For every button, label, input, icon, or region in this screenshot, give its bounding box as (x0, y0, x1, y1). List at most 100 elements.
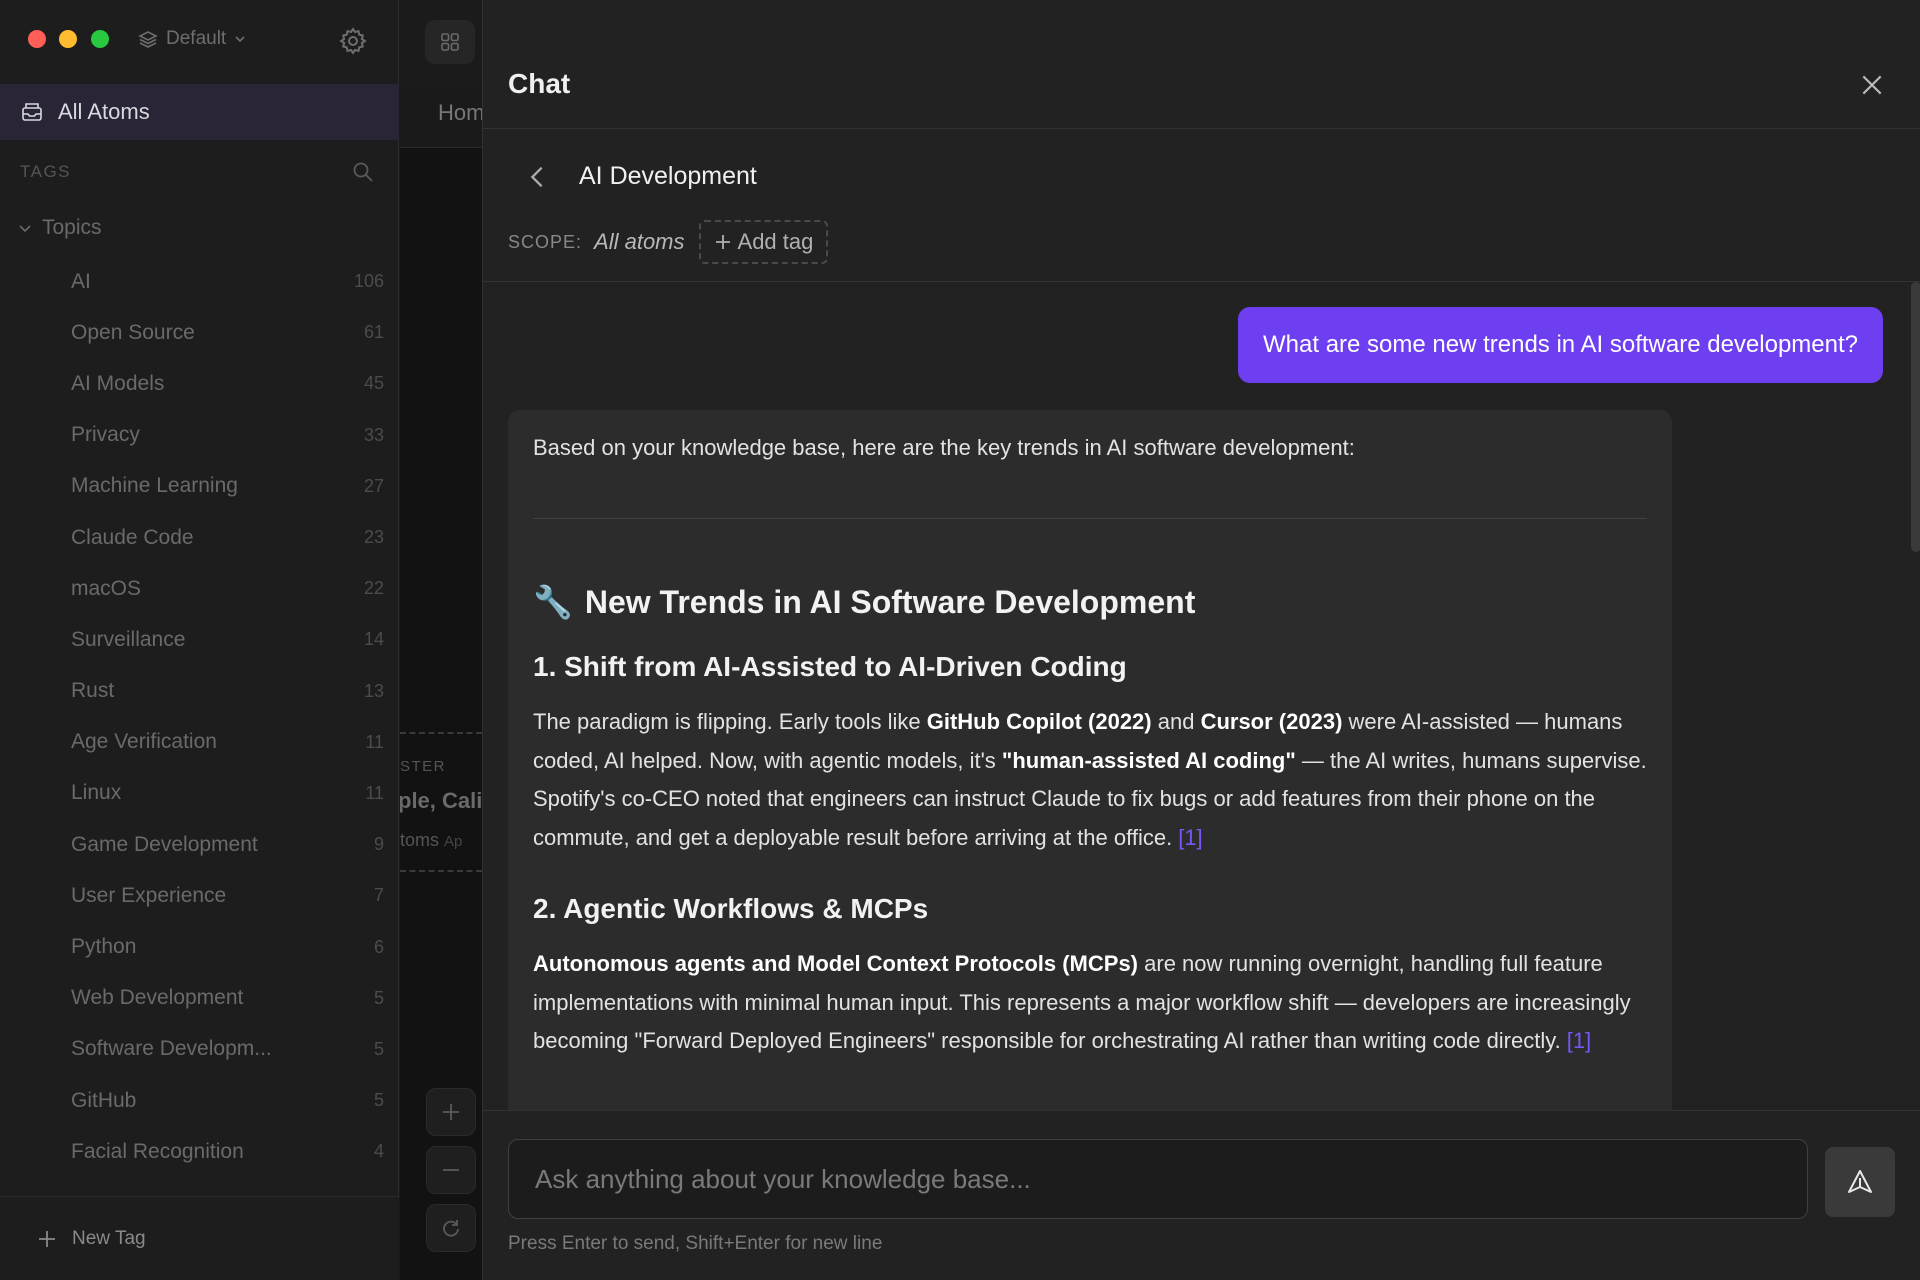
cluster-meta-extra: Ap (444, 833, 462, 850)
minus-icon (440, 1159, 462, 1181)
workspace-label: Default (166, 28, 226, 50)
tags-header-label: TAGS (20, 162, 71, 182)
section-paragraph: Autonomous agents and Model Context Prot… (533, 945, 1647, 1061)
gear-icon[interactable] (338, 26, 368, 56)
conversation-title: AI Development (579, 162, 757, 191)
zoom-window-button[interactable] (91, 30, 109, 48)
topics-label: Topics (42, 216, 102, 240)
chevron-left-icon[interactable] (523, 160, 551, 194)
grid-view-button[interactable] (425, 20, 475, 64)
zoom-out-button[interactable] (426, 1146, 476, 1194)
page-title: Chat (508, 68, 570, 100)
tag-item[interactable]: Software Developm... 5 (0, 1024, 399, 1075)
tag-item[interactable]: Machine Learning27 (0, 461, 399, 512)
tag-count: 106 (354, 271, 384, 292)
input-hint: Press Enter to send, Shift+Enter for new… (508, 1233, 882, 1255)
tag-item[interactable]: GitHub5 (0, 1075, 399, 1126)
tag-item[interactable]: Facial Recognition4 (0, 1126, 399, 1177)
all-atoms-label: All Atoms (58, 99, 150, 125)
citation-link[interactable]: [1] (1178, 825, 1202, 850)
tag-label: Python (71, 935, 136, 959)
tag-count: 11 (365, 783, 384, 804)
close-icon[interactable] (1859, 72, 1885, 98)
tag-label: GitHub (71, 1089, 136, 1113)
send-button[interactable] (1825, 1147, 1895, 1217)
tag-item[interactable]: Linux11 (0, 768, 399, 819)
chevron-down-icon (234, 33, 246, 45)
message-list[interactable]: What are some new trends in AI software … (483, 282, 1920, 1110)
tags-header: TAGS (20, 160, 375, 184)
user-message: What are some new trends in AI software … (1238, 307, 1883, 383)
tag-count: 13 (364, 681, 384, 702)
tag-item[interactable]: User Experience7 (0, 870, 399, 921)
scrollbar[interactable] (1911, 282, 1920, 552)
bold-run: Autonomous agents and Model Context Prot… (533, 951, 1138, 976)
text-run: and (1152, 709, 1201, 734)
scope-row: SCOPE: All atoms Add tag (508, 220, 828, 264)
all-atoms-item[interactable]: All Atoms (0, 84, 399, 140)
close-window-button[interactable] (28, 30, 46, 48)
tag-list: AI 106 Open Source 61 AI Models 45 Privacy3… (0, 256, 399, 1177)
layers-icon (138, 29, 158, 49)
cluster-label: STER (400, 758, 446, 775)
topics-group[interactable]: Topics (18, 216, 102, 240)
zoom-in-button[interactable] (426, 1088, 476, 1136)
reset-view-button[interactable] (426, 1204, 476, 1252)
cluster-meta: toms Ap (400, 830, 462, 851)
tag-item[interactable]: Web Development5 (0, 973, 399, 1024)
cluster-title: ple, Cali (400, 788, 482, 814)
grid-icon (440, 32, 460, 52)
wrench-icon: 🔧 (533, 583, 573, 621)
tag-count: 23 (364, 527, 384, 548)
tag-count: 9 (374, 834, 384, 855)
tab-home[interactable]: Hom (438, 100, 482, 126)
divider (533, 518, 1647, 519)
tag-count: 45 (364, 373, 384, 394)
response-heading: 🔧 New Trends in AI Software Development (533, 583, 1647, 621)
app-window: Default All Atoms TAGS Topics AI 106 Open… (0, 0, 1920, 1280)
add-tag-label: Add tag (738, 229, 814, 255)
tag-item[interactable]: Python 6 (0, 921, 399, 972)
tag-item[interactable]: Rust13 (0, 666, 399, 717)
section-paragraph: The paradigm is flipping. Early tools li… (533, 703, 1647, 857)
assistant-intro: Based on your knowledge base, here are t… (533, 432, 1647, 464)
sidebar: Default All Atoms TAGS Topics AI 106 Open… (0, 0, 399, 1280)
tag-label: Surveillance (71, 628, 185, 652)
workspace-selector[interactable]: Default (138, 28, 246, 50)
tag-label: Claude Code (71, 526, 194, 550)
cluster-card[interactable]: STER ple, Cali toms Ap (400, 732, 482, 872)
refresh-icon (440, 1217, 462, 1239)
chevron-down-icon (18, 221, 32, 235)
tag-label: Age Verification (71, 730, 217, 754)
tag-item[interactable]: Open Source 61 (0, 307, 399, 358)
tag-item[interactable]: Age Verification11 (0, 717, 399, 768)
tag-item[interactable]: Game Development9 (0, 819, 399, 870)
add-tag-button[interactable]: Add tag (699, 220, 829, 264)
citation-link[interactable]: [1] (1567, 1028, 1591, 1053)
tag-item[interactable]: Surveillance14 (0, 614, 399, 665)
tag-item[interactable]: Privacy33 (0, 410, 399, 461)
plus-icon (440, 1101, 462, 1123)
chat-input[interactable] (508, 1139, 1808, 1219)
tag-count: 22 (364, 578, 384, 599)
tag-item[interactable]: AI Models 45 (0, 358, 399, 409)
tag-label: Machine Learning (71, 474, 238, 498)
search-icon[interactable] (351, 160, 375, 184)
tag-label: Privacy (71, 423, 140, 447)
tag-label: AI Models (71, 372, 164, 396)
tag-label: Software Developm... (71, 1037, 272, 1061)
tag-item[interactable]: AI 106 (0, 256, 399, 307)
new-tag-button[interactable]: New Tag (0, 1196, 399, 1280)
canvas-area: Hom STER ple, Cali toms Ap (400, 0, 482, 1280)
section-heading: 1. Shift from AI-Assisted to AI-Driven C… (533, 651, 1647, 683)
tag-count: 5 (374, 1039, 384, 1060)
tag-count: 61 (364, 322, 384, 343)
tag-count: 6 (374, 937, 384, 958)
conversation-bar: AI Development SCOPE: All atoms Add tag (483, 130, 1920, 282)
tag-label: AI (71, 270, 91, 294)
plus-icon (714, 233, 732, 251)
tag-item[interactable]: Claude Code 23 (0, 512, 399, 563)
tag-label: Open Source (71, 321, 195, 345)
minimize-window-button[interactable] (59, 30, 77, 48)
tag-item[interactable]: macOS22 (0, 563, 399, 614)
